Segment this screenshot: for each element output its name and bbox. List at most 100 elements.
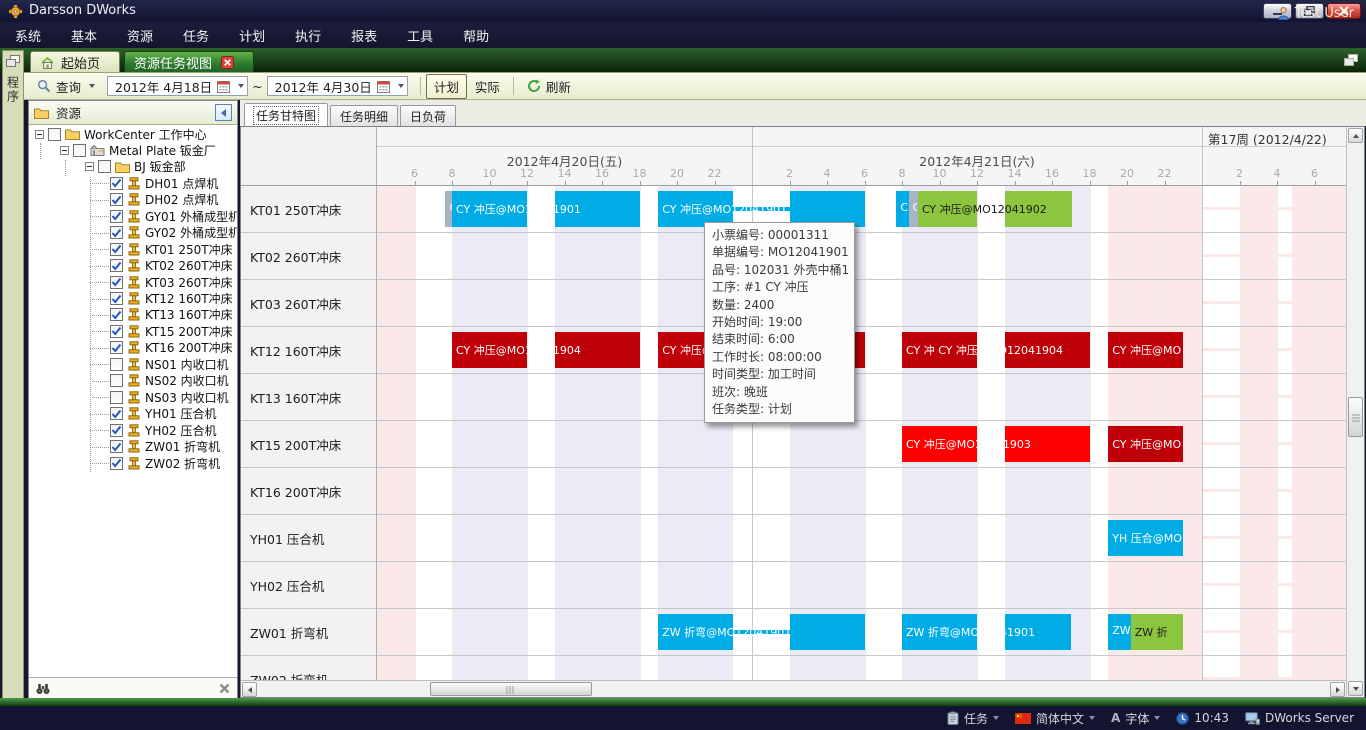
task-bar-9[interactable]: CY 冲压@MO1 (1108, 332, 1183, 368)
task-bar-16[interactable]: ZW 折 (1131, 614, 1184, 650)
gantt-tab-1[interactable]: 任务明细 (330, 105, 398, 126)
tree-item-label[interactable]: Metal Plate 钣金厂 (109, 142, 216, 159)
task-bar-6[interactable]: CY 冲压@MO12041904 (452, 332, 640, 368)
date-from-caret-icon[interactable] (238, 84, 244, 88)
tree-item-label[interactable]: GY02 外桶成型机 (145, 224, 237, 241)
vertical-scroll-thumb[interactable] (1348, 397, 1363, 437)
tree-item-label[interactable]: KT02 260T冲床 (145, 257, 233, 274)
refresh-button[interactable]: 刷新 (519, 74, 579, 99)
tree-item-6[interactable]: GY02 外桶成型机 (110, 225, 237, 241)
menu-item-3[interactable]: 任务 (168, 22, 224, 48)
tree-checkbox[interactable] (110, 341, 123, 354)
tree-item-label[interactable]: DH01 点焊机 (145, 175, 218, 192)
menu-item-0[interactable]: 系统 (0, 22, 56, 48)
tree-item-label[interactable]: NS03 内收口机 (145, 389, 229, 406)
menu-item-7[interactable]: 工具 (392, 22, 448, 48)
task-bar-4[interactable]: C (909, 191, 918, 227)
tree-checkbox[interactable] (110, 391, 123, 404)
vertical-scrollbar[interactable] (1346, 127, 1364, 697)
tree-item-label[interactable]: WorkCenter 工作中心 (84, 126, 207, 143)
tree-checkbox[interactable] (110, 243, 123, 256)
tree-item-label[interactable]: DH02 点焊机 (145, 191, 218, 208)
menu-item-5[interactable]: 执行 (280, 22, 336, 48)
tree-item-label[interactable]: GY01 外桶成型机 (145, 208, 237, 225)
task-bar-10[interactable]: CY 冲压@MO12041903 (902, 426, 1090, 462)
tree-item-12[interactable]: KT15 200T冲床 (110, 323, 233, 339)
status-server[interactable]: DWorks Server (1245, 711, 1354, 725)
tree-checkbox[interactable] (110, 358, 123, 371)
tree-checkbox[interactable] (98, 160, 111, 173)
task-bar-14[interactable]: ZW 折弯@MO12041901 (902, 614, 1071, 650)
horizontal-scrollbar[interactable] (241, 680, 1346, 697)
tree-item-13[interactable]: KT16 200T冲床 (110, 340, 233, 356)
tree-item-label[interactable]: KT01 250T冲床 (145, 241, 233, 258)
task-bar-3[interactable]: C (896, 191, 908, 227)
tree-item-label[interactable]: YH02 压合机 (145, 422, 216, 439)
query-button[interactable]: 查询 (29, 74, 103, 99)
menu-item-4[interactable]: 计划 (224, 22, 280, 48)
status-font-menu[interactable]: A 字体 (1111, 710, 1160, 727)
tree-item-2[interactable]: BJ 钣金部 (85, 159, 186, 175)
menu-item-2[interactable]: 资源 (112, 22, 168, 48)
tree-checkbox[interactable] (110, 407, 123, 420)
tree-checkbox[interactable] (110, 193, 123, 206)
calendar-icon[interactable] (377, 80, 390, 93)
scroll-down-button[interactable] (1348, 681, 1363, 696)
tree-item-label[interactable]: KT03 260T冲床 (145, 274, 233, 291)
tree-item-label[interactable]: NS01 内收口机 (145, 356, 229, 373)
tree-item-9[interactable]: KT03 260T冲床 (110, 274, 233, 290)
tree-item-3[interactable]: DH01 点焊机 (110, 175, 218, 191)
task-bar-11[interactable]: CY 冲压@MO1 (1108, 426, 1183, 462)
actual-mode-button[interactable]: 实际 (467, 74, 508, 99)
tree-item-0[interactable]: WorkCenter 工作中心 (35, 126, 207, 142)
tree-item-18[interactable]: YH02 压合机 (110, 422, 216, 438)
tree-item-label[interactable]: NS02 内收口机 (145, 372, 229, 389)
tree-item-16[interactable]: NS03 内收口机 (110, 389, 229, 405)
tree-item-label[interactable]: BJ 钣金部 (134, 158, 186, 175)
horizontal-scroll-thumb[interactable] (430, 682, 592, 696)
task-bar-8[interactable]: CY 冲 CY 冲压@MO12041904 (902, 332, 1090, 368)
date-to-field[interactable]: 2012年 4月30日 (267, 76, 408, 96)
tab-resource-task-view[interactable]: 资源任务视图 (124, 51, 254, 74)
tree-item-10[interactable]: KT12 160T冲床 (110, 291, 233, 307)
gantt-tab-0[interactable]: 任务甘特图 (244, 103, 328, 126)
tree-item-label[interactable]: KT13 160T冲床 (145, 306, 233, 323)
tree-item-label[interactable]: KT12 160T冲床 (145, 290, 233, 307)
menu-item-8[interactable]: 帮助 (448, 22, 504, 48)
tree-item-14[interactable]: NS01 内收口机 (110, 356, 229, 372)
plan-mode-button[interactable]: 计划 (426, 74, 467, 99)
tree-item-20[interactable]: ZW02 折弯机 (110, 455, 220, 471)
tree-checkbox[interactable] (110, 424, 123, 437)
tree-expander-icon[interactable] (35, 130, 44, 139)
tree-item-11[interactable]: KT13 160T冲床 (110, 307, 233, 323)
tree-checkbox[interactable] (110, 276, 123, 289)
menu-item-6[interactable]: 报表 (336, 22, 392, 48)
menu-item-1[interactable]: 基本 (56, 22, 112, 48)
tree-item-19[interactable]: ZW01 折弯机 (110, 439, 220, 455)
tree-item-label[interactable]: YH01 压合机 (145, 405, 216, 422)
window-list-icon[interactable] (1344, 54, 1358, 67)
tree-checkbox[interactable] (110, 259, 123, 272)
tree-item-5[interactable]: GY01 外桶成型机 (110, 208, 237, 224)
status-task-menu[interactable]: 任务 (947, 710, 999, 727)
user-indicator[interactable]: Test User (1278, 0, 1354, 26)
tree-checkbox[interactable] (110, 177, 123, 190)
tree-checkbox[interactable] (110, 226, 123, 239)
tree-item-label[interactable]: ZW02 折弯机 (145, 455, 220, 472)
tree-item-7[interactable]: KT01 250T冲床 (110, 241, 233, 257)
tree-item-label[interactable]: ZW01 折弯机 (145, 438, 220, 455)
tab-start-page[interactable]: 起始页 (30, 51, 120, 74)
task-bar-5[interactable]: CY 冲压@MO12041902 (918, 191, 1072, 227)
tree-expander-icon[interactable] (60, 146, 69, 155)
task-bar-13[interactable]: ZW 折弯@MO12041901 (658, 614, 864, 650)
tree-item-17[interactable]: YH01 压合机 (110, 406, 216, 422)
date-from-field[interactable]: 2012年 4月18日 (107, 76, 248, 96)
status-language-menu[interactable]: 简体中文 (1015, 710, 1095, 727)
tree-item-label[interactable]: KT16 200T冲床 (145, 339, 233, 356)
binoculars-search-icon[interactable] (36, 683, 50, 695)
program-side-strip[interactable]: 程序 (2, 50, 24, 699)
tree-checkbox[interactable] (110, 292, 123, 305)
tree-checkbox[interactable] (110, 210, 123, 223)
tree-item-label[interactable]: KT15 200T冲床 (145, 323, 233, 340)
collapse-panel-button[interactable] (215, 104, 232, 121)
